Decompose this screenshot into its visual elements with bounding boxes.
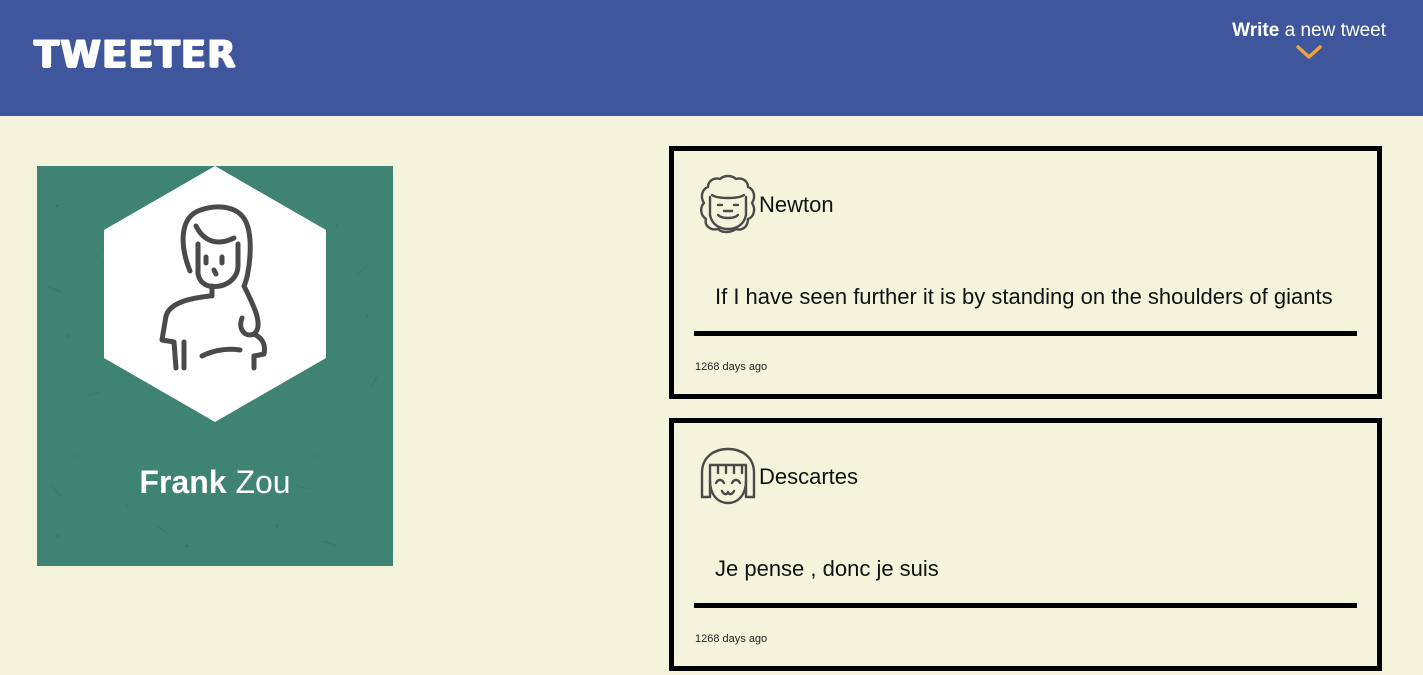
tweet-author[interactable]: Newton [759, 192, 834, 218]
write-new-tweet-label[interactable]: Write a new tweet [1232, 20, 1386, 42]
app-logo[interactable]: TWEETER [34, 33, 237, 76]
tweet-divider [694, 331, 1357, 336]
top-navigation-bar: TWEETER Write a new tweet [0, 0, 1423, 116]
tweet-card[interactable]: Descartes Je pense , donc je suis 1268 d… [669, 418, 1382, 671]
tweet-divider [694, 603, 1357, 608]
bob-hair-avatar-icon [700, 447, 756, 505]
tweet-timestamp: 1268 days ago [695, 361, 768, 373]
tweet-card[interactable]: Newton If I have seen further it is by s… [669, 146, 1382, 399]
tweet-content: Je pense , donc je suis [715, 556, 939, 581]
user-profile-card: Frank Zou [37, 166, 393, 566]
tweet-timestamp: 1268 days ago [695, 633, 768, 645]
tweet-author[interactable]: Descartes [759, 464, 858, 490]
tweet-content: If I have seen further it is by standing… [715, 284, 1333, 309]
write-new-tweet-button[interactable]: Write a new tweet [1232, 20, 1386, 62]
write-label-rest: a new tweet [1279, 20, 1386, 41]
chevron-down-icon[interactable] [1295, 44, 1323, 62]
profile-last-name: Zou [226, 464, 291, 500]
profile-name: Frank Zou [37, 464, 393, 501]
profile-avatar[interactable] [104, 166, 326, 422]
curly-hair-avatar-icon [700, 174, 756, 234]
profile-first-name: Frank [139, 464, 227, 500]
write-label-bold: Write [1232, 20, 1280, 41]
